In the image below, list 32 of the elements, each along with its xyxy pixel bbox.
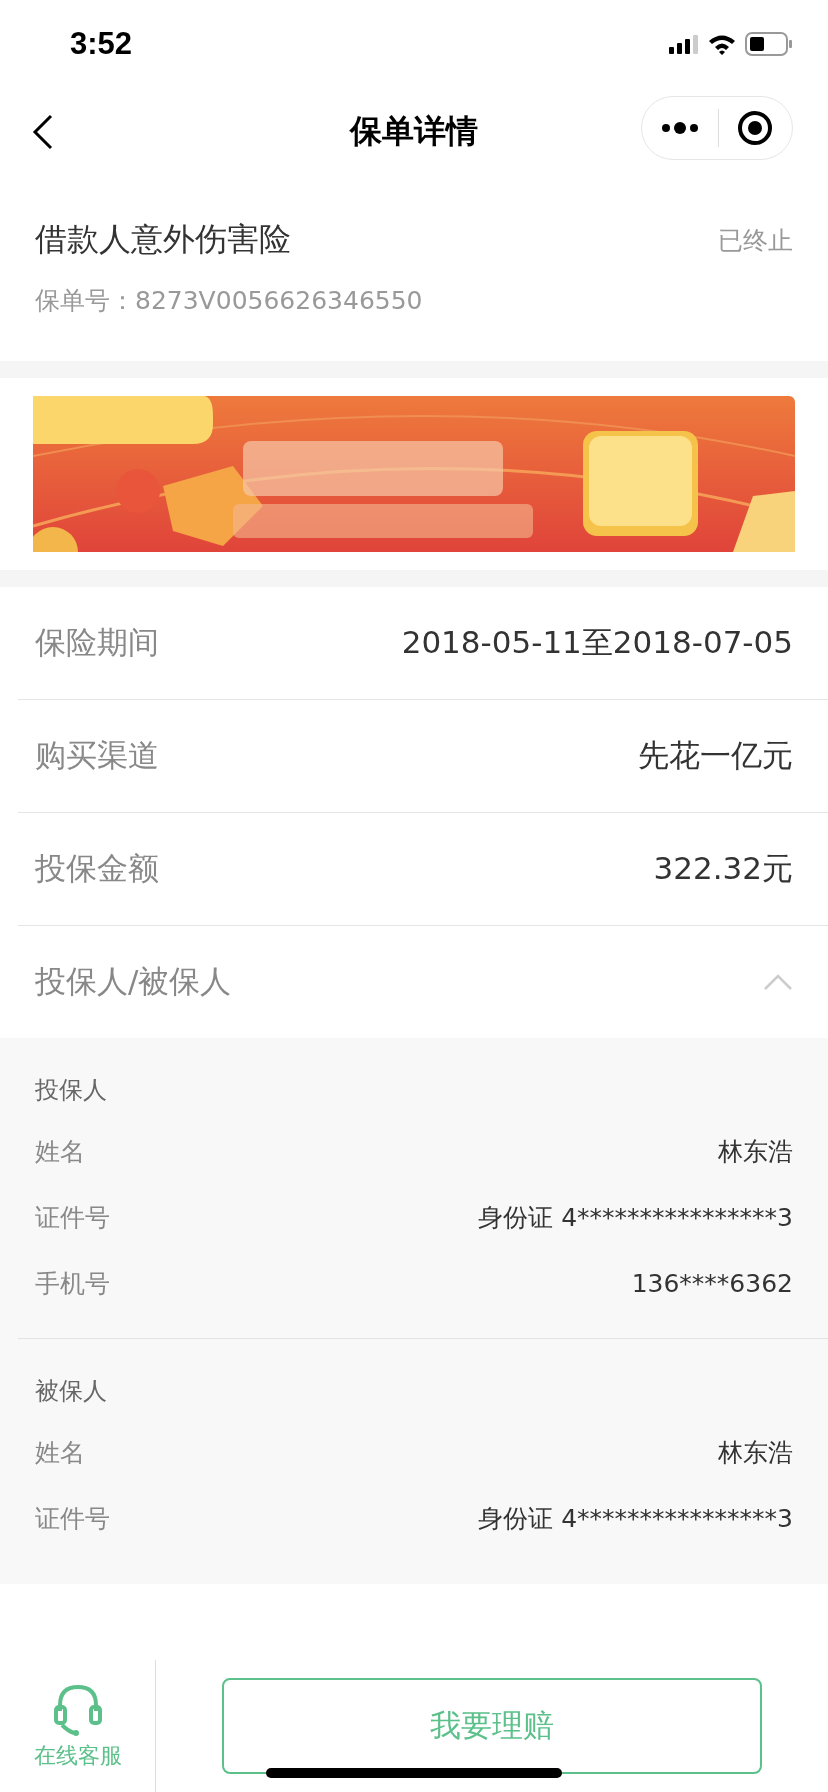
group-title: 被保人 [35, 1376, 108, 1407]
policy-status: 已终止 [718, 224, 793, 257]
detail-value: 林东浩 [718, 1135, 793, 1168]
policy-name: 借款人意外伤害险 [35, 219, 291, 260]
close-icon[interactable] [737, 110, 774, 146]
back-icon[interactable] [32, 114, 54, 150]
row-label: 投保金额 [35, 849, 159, 888]
detail-value: 136****6362 [631, 1268, 793, 1298]
row-label: 购买渠道 [35, 736, 159, 775]
signal-icon [669, 34, 699, 54]
more-icon[interactable] [660, 121, 701, 135]
detail-label: 证件号 [35, 1502, 110, 1535]
wifi-icon [707, 33, 737, 55]
row-value: 先花一亿元 [638, 736, 793, 775]
parties-toggle[interactable]: 投保人/被保人 [18, 926, 828, 1038]
detail-value: 林东浩 [718, 1436, 793, 1469]
battery-icon [745, 32, 793, 56]
detail-value: 身份证 4****************3 [478, 1201, 793, 1234]
row-value: 322.32元 [653, 849, 793, 888]
detail-label: 证件号 [35, 1201, 110, 1234]
detail-label: 姓名 [35, 1436, 85, 1469]
online-service-button[interactable]: 在线客服 [0, 1660, 155, 1792]
status-time: 3:52 [70, 26, 133, 62]
claim-button[interactable]: 我要理赔 [222, 1678, 762, 1774]
row-label: 保险期间 [35, 623, 159, 662]
detail-label: 姓名 [35, 1135, 85, 1168]
detail-value: 身份证 4****************3 [478, 1502, 793, 1535]
policy-number: 保单号：8273V0056626346550 [35, 285, 424, 317]
page-title: 保单详情 [350, 111, 478, 152]
row-value: 2018-05-11至2018-07-05 [401, 623, 793, 662]
group-title: 投保人 [35, 1075, 108, 1106]
detail-label: 手机号 [35, 1267, 110, 1300]
